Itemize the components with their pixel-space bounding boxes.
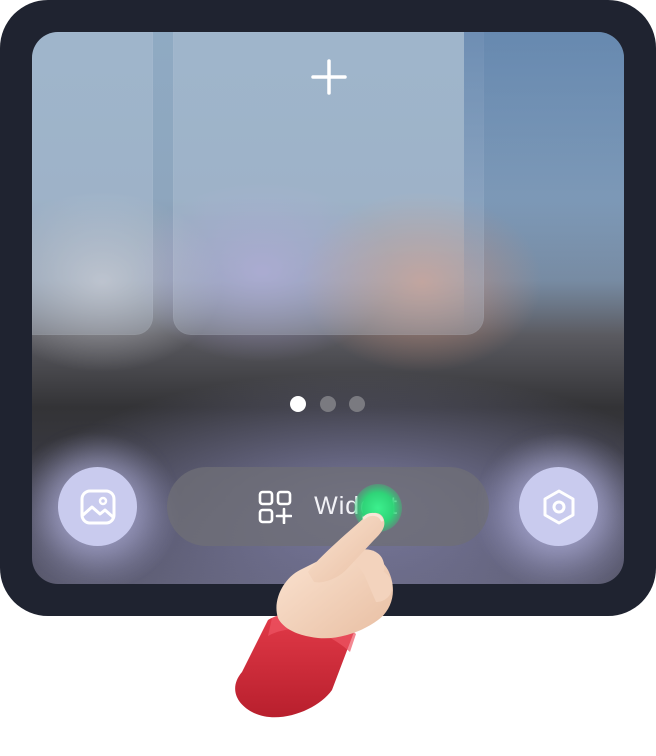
gallery-button[interactable] [58, 467, 137, 546]
pointing-hand-icon [235, 512, 393, 718]
page-dot-active[interactable] [290, 396, 306, 412]
hexagon-settings-icon [543, 489, 574, 524]
page-dot[interactable] [320, 396, 336, 412]
widget-panel-add[interactable] [173, 32, 484, 335]
plus-icon[interactable] [310, 58, 348, 96]
settings-button[interactable] [519, 467, 598, 546]
widget-panel-left[interactable] [32, 32, 153, 335]
image-icon [80, 489, 115, 524]
page-dot[interactable] [349, 396, 365, 412]
